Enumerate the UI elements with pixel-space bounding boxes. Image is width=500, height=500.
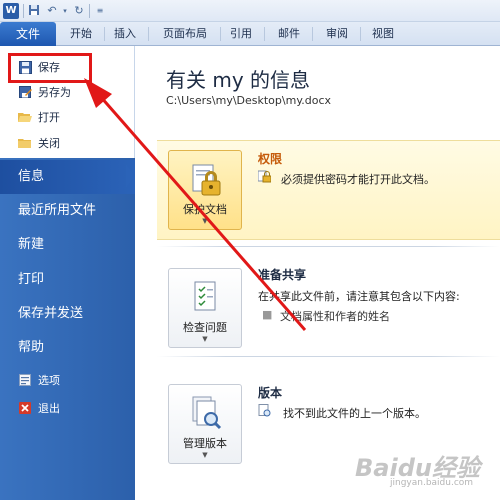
- prepare-sharing-item: 文档属性和作者的姓名: [280, 310, 390, 323]
- tab-view[interactable]: 视图: [364, 22, 402, 46]
- section-divider: [157, 356, 500, 357]
- permission-lock-icon: [257, 170, 272, 183]
- nav-save-and-send[interactable]: 保存并发送: [0, 297, 135, 331]
- nav-save-as-label: 另存为: [38, 86, 71, 99]
- tab-divider: [220, 27, 221, 41]
- nav-options-label: 选项: [38, 374, 60, 387]
- chevron-down-icon: ▼: [202, 335, 208, 343]
- nav-close[interactable]: 关闭: [0, 131, 134, 155]
- permissions-description: 必须提供密码才能打开此文档。: [281, 173, 435, 186]
- undo-dropdown-icon[interactable]: ▾: [58, 4, 72, 18]
- section-divider: [157, 246, 500, 247]
- prepare-sharing-heading: 准备共享: [258, 268, 307, 282]
- nav-save-as[interactable]: 另存为: [0, 80, 134, 104]
- undo-icon[interactable]: ↶: [45, 4, 59, 18]
- check-for-issues-label: 检查问题: [183, 321, 227, 334]
- nav-print[interactable]: 打印: [0, 263, 135, 297]
- inspect-document-icon: [189, 279, 223, 315]
- manage-versions-button[interactable]: 管理版本 ▼: [168, 384, 242, 464]
- qat-separator: [89, 4, 90, 18]
- qat-separator: [23, 4, 24, 18]
- nav-new[interactable]: 新建: [0, 228, 135, 262]
- tab-divider: [104, 27, 105, 41]
- save-as-icon: [18, 85, 32, 99]
- permissions-heading: 权限: [258, 152, 283, 166]
- versions-icon: [189, 395, 223, 431]
- tab-divider: [264, 27, 265, 41]
- nav-exit-label: 退出: [38, 402, 60, 415]
- tab-file[interactable]: 文件: [0, 22, 56, 46]
- tab-review[interactable]: 审阅: [318, 22, 356, 46]
- tab-divider: [312, 27, 313, 41]
- check-for-issues-button[interactable]: 检查问题 ▼: [168, 268, 242, 348]
- qat-save-icon[interactable]: [27, 4, 41, 18]
- chevron-down-icon: ▼: [202, 451, 208, 459]
- tab-insert[interactable]: 插入: [108, 22, 142, 46]
- nav-help[interactable]: 帮助: [0, 331, 135, 365]
- tab-home[interactable]: 开始: [62, 22, 100, 46]
- prepare-sharing-description: 在共享此文件前，请注意其包含以下内容:: [258, 290, 460, 303]
- ribbon-tab-bar: 文件 开始 插入 页面布局 引用 邮件 审阅 视图: [0, 22, 500, 46]
- close-folder-icon: [18, 136, 32, 150]
- exit-icon: [18, 401, 32, 415]
- protect-document-button[interactable]: 保护文档 ▼: [168, 150, 242, 230]
- nav-info[interactable]: 信息: [0, 160, 135, 194]
- active-indicator: [126, 164, 135, 188]
- baidu-watermark-url: jingyan.baidu.com: [390, 478, 474, 488]
- nav-close-label: 关闭: [38, 137, 60, 150]
- lock-icon: [189, 161, 223, 197]
- version-document-icon: [258, 404, 271, 417]
- file-path: C:\Users\my\Desktop\my.docx: [166, 94, 332, 107]
- versions-heading: 版本: [258, 386, 283, 400]
- tab-divider: [360, 27, 361, 41]
- tab-mailings[interactable]: 邮件: [270, 22, 308, 46]
- open-folder-icon: [18, 110, 32, 124]
- manage-versions-label: 管理版本: [183, 437, 227, 450]
- page-title: 有关 my 的信息: [166, 68, 311, 92]
- nav-exit[interactable]: 退出: [0, 395, 135, 421]
- nav-recent[interactable]: 最近所用文件: [0, 194, 135, 228]
- nav-open-label: 打开: [38, 111, 60, 124]
- chevron-down-icon: ▼: [202, 217, 208, 225]
- save-highlight-box: [8, 53, 92, 83]
- nav-options[interactable]: 选项: [0, 367, 135, 393]
- options-icon: [18, 373, 32, 387]
- bullet-icon: ■: [262, 308, 273, 321]
- tab-divider: [148, 27, 149, 41]
- word-logo-icon[interactable]: W: [3, 3, 19, 19]
- protect-document-label: 保护文档: [183, 203, 227, 216]
- customize-qat-icon[interactable]: ≡: [93, 4, 107, 18]
- tab-references[interactable]: 引用: [222, 22, 260, 46]
- nav-open[interactable]: 打开: [0, 105, 134, 129]
- tab-page-layout[interactable]: 页面布局: [154, 22, 216, 46]
- versions-description: 找不到此文件的上一个版本。: [283, 407, 426, 420]
- title-bar: W ↶ ▾ ↻ ≡: [0, 0, 500, 22]
- redo-icon[interactable]: ↻: [72, 4, 86, 18]
